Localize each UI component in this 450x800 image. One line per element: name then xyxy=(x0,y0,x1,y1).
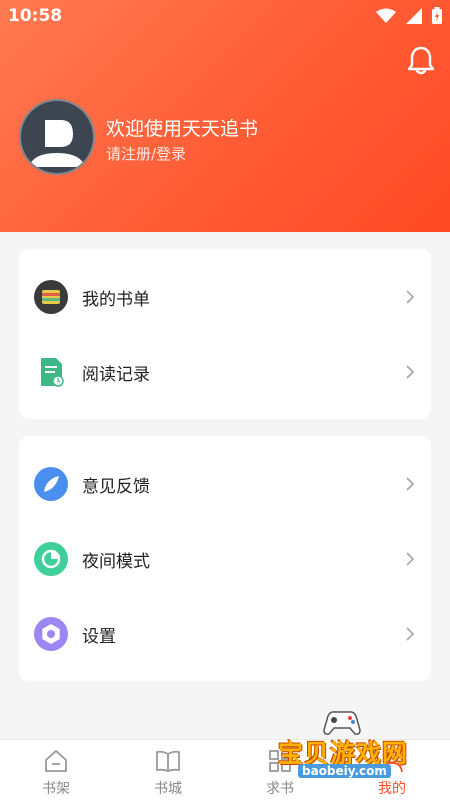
request-book-icon xyxy=(269,750,291,772)
chevron-right-icon xyxy=(406,477,415,491)
feedback-icon xyxy=(34,467,68,501)
wifi-icon xyxy=(376,8,396,23)
menu-item-reading-record[interactable]: 阅读记录 xyxy=(19,342,431,402)
settings-icon xyxy=(34,617,68,651)
nav-tab-bookstore[interactable]: 书城 xyxy=(112,740,224,800)
chevron-right-icon xyxy=(406,365,415,379)
welcome-text: 欢迎使用天天追书 xyxy=(106,118,259,140)
menu-label: 我的书单 xyxy=(82,289,150,310)
menu-card-library: 我的书单 阅读记录 xyxy=(19,249,431,419)
menu-item-settings[interactable]: 设置 xyxy=(19,604,431,664)
bottom-navigation: 书架 书城 求书 我的 xyxy=(0,739,450,800)
default-avatar-icon xyxy=(29,120,85,167)
battery-icon xyxy=(432,7,442,24)
reading-record-icon xyxy=(41,358,64,387)
bookstore-icon xyxy=(156,750,180,772)
nav-label: 书城 xyxy=(154,781,182,797)
menu-item-feedback[interactable]: 意见反馈 xyxy=(19,454,431,514)
chevron-right-icon xyxy=(406,552,415,566)
profile-header: 10:58 欢迎使用天天追书 请注册/登录 xyxy=(0,0,450,232)
menu-label: 意见反馈 xyxy=(82,476,150,497)
nav-tab-request-book[interactable]: 求书 xyxy=(224,740,336,800)
avatar[interactable] xyxy=(19,99,95,175)
profile-icon xyxy=(381,750,403,773)
night-mode-icon xyxy=(34,542,68,576)
nav-tab-bookshelf[interactable]: 书架 xyxy=(0,740,112,800)
menu-label: 阅读记录 xyxy=(82,364,150,385)
nav-tab-profile[interactable]: 我的 xyxy=(336,740,448,800)
bookshelf-icon xyxy=(45,750,67,772)
signal-icon xyxy=(406,7,422,24)
chevron-right-icon xyxy=(406,290,415,304)
status-bar: 10:58 xyxy=(0,0,450,32)
nav-label: 书架 xyxy=(42,781,70,797)
gamepad-icon xyxy=(323,711,361,735)
booklist-icon xyxy=(34,280,68,314)
menu-card-settings: 意见反馈 夜间模式 设置 xyxy=(19,436,431,681)
menu-label: 夜间模式 xyxy=(82,551,150,572)
nav-label: 求书 xyxy=(266,781,294,797)
notification-bell-icon[interactable] xyxy=(406,44,436,76)
chevron-right-icon xyxy=(406,627,415,641)
status-icons xyxy=(376,7,442,24)
login-register-link[interactable]: 请注册/登录 xyxy=(106,143,186,164)
nav-label: 我的 xyxy=(378,781,406,797)
menu-item-my-booklist[interactable]: 我的书单 xyxy=(19,267,431,327)
menu-item-night-mode[interactable]: 夜间模式 xyxy=(19,529,431,589)
status-time: 10:58 xyxy=(8,6,63,26)
menu-label: 设置 xyxy=(82,626,116,647)
